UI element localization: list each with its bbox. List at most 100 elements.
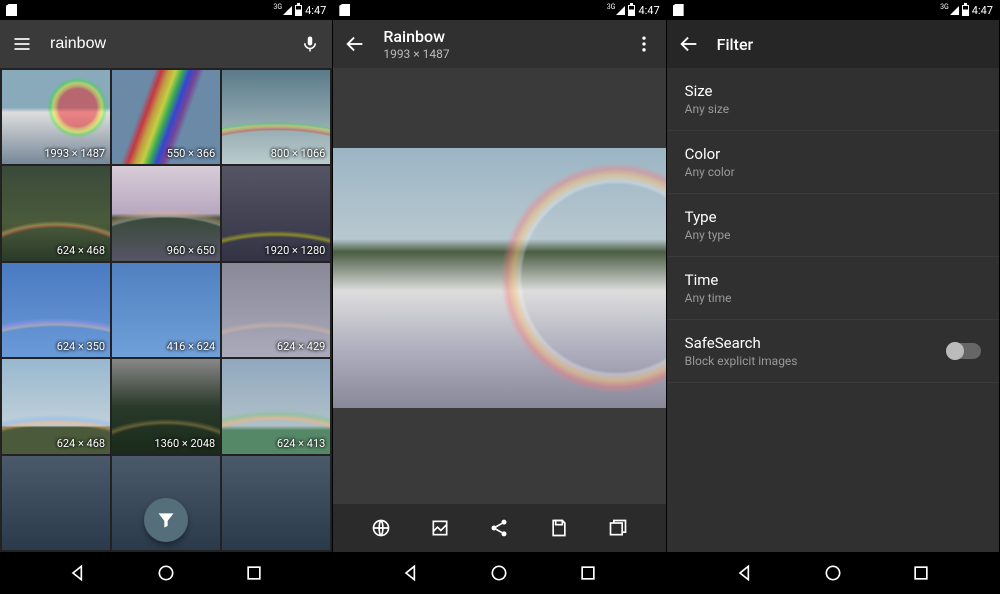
sd-card-icon [339,4,350,16]
battery-icon [295,5,302,16]
gallery-icon[interactable] [606,516,630,540]
back-icon[interactable] [343,32,367,56]
save-icon[interactable] [547,516,571,540]
safesearch-switch[interactable] [947,343,981,359]
detail-title: Rainbow [383,27,615,46]
image-grid: 1993 × 1487 550 × 366 800 × 1066 624 × 468 9… [0,68,332,552]
filter-value: Any size [685,102,981,116]
signal-icon [283,6,292,15]
image-thumb[interactable]: 1993 × 1487 [2,70,110,164]
share-icon[interactable] [487,516,511,540]
globe-icon[interactable] [369,516,393,540]
nav-home-icon[interactable] [823,563,843,583]
sd-card-icon [673,4,684,16]
battery-icon [628,5,635,16]
filter-label: Type [685,208,981,226]
filter-value: Any type [685,228,981,242]
clock: 4:47 [972,4,993,17]
filter-title-block: Filter [717,35,989,54]
filter-fab[interactable] [144,498,188,542]
filter-list: Size Any size Color Any color Type Any type Ti… [667,68,999,552]
filter-value: Any time [685,291,981,305]
search-bar [0,20,332,68]
thumb-dimensions: 624 × 468 [57,244,105,257]
nav-home-icon[interactable] [156,563,176,583]
image-thumb[interactable]: 624 × 429 [222,263,330,357]
nav-home-icon[interactable] [489,563,509,583]
overflow-icon[interactable] [632,32,656,56]
image-thumb[interactable]: 416 × 624 [112,263,220,357]
nav-bar [0,552,332,594]
filter-label: Color [685,145,981,163]
network-label: 3G [607,3,616,11]
panel-image-detail: 3G 4:47 Rainbow 1993 × 1487 [333,0,666,594]
image-thumb[interactable]: 624 × 350 [2,263,110,357]
thumb-dimensions: 416 × 624 [167,340,215,353]
thumb-dimensions: 624 × 350 [57,340,105,353]
image-thumb[interactable]: 550 × 366 [112,70,220,164]
filter-row-type[interactable]: Type Any type [667,194,999,257]
battery-icon [962,5,969,16]
menu-icon[interactable] [10,32,34,56]
detail-action-bar [333,504,665,552]
thumb-dimensions: 1993 × 1487 [44,147,105,160]
image-thumb[interactable]: 624 × 468 [2,166,110,260]
signal-icon [950,6,959,15]
network-label: 3G [940,3,949,11]
mic-icon[interactable] [298,32,322,56]
panel-filter: 3G 4:47 Filter Size Any size Color Any colo… [667,0,1000,594]
search-input[interactable] [50,35,282,53]
image-thumb[interactable]: 800 × 1066 [222,70,330,164]
thumb-dimensions: 960 × 650 [167,244,215,257]
image-thumb[interactable] [2,456,110,550]
filter-label: SafeSearch [685,334,947,352]
back-icon[interactable] [677,32,701,56]
thumb-dimensions: 624 × 468 [57,437,105,450]
nav-back-icon[interactable] [68,563,88,583]
filter-title: Filter [717,35,989,54]
panel-search-grid: 3G 4:47 1993 × 1487 550 × 366 800 × 1066 62… [0,0,333,594]
sd-card-icon [6,4,17,16]
nav-bar [667,552,999,594]
thumb-dimensions: 800 × 1066 [271,147,326,160]
filter-app-bar: Filter [667,20,999,68]
status-bar: 3G 4:47 [333,0,665,20]
filter-row-color[interactable]: Color Any color [667,131,999,194]
network-label: 3G [273,3,282,11]
thumb-dimensions: 624 × 413 [277,437,325,450]
detail-body [333,68,665,552]
image-thumb[interactable]: 1920 × 1280 [222,166,330,260]
detail-image[interactable] [333,148,665,408]
filter-row-safesearch[interactable]: SafeSearch Block explicit images [667,320,999,383]
thumb-dimensions: 624 × 429 [277,340,325,353]
nav-back-icon[interactable] [401,563,421,583]
nav-recent-icon[interactable] [578,563,598,583]
clock: 4:47 [638,4,659,17]
filter-label: Size [685,82,981,100]
image-thumb[interactable]: 1360 × 2048 [112,359,220,453]
detail-subtitle: 1993 × 1487 [383,47,615,61]
nav-recent-icon[interactable] [911,563,931,583]
status-bar: 3G 4:47 [667,0,999,20]
wallpaper-icon[interactable] [428,516,452,540]
status-bar: 3G 4:47 [0,0,332,20]
filter-value: Any color [685,165,981,179]
nav-recent-icon[interactable] [244,563,264,583]
signal-icon [616,6,625,15]
image-thumb[interactable]: 624 × 468 [2,359,110,453]
detail-app-bar: Rainbow 1993 × 1487 [333,20,665,68]
filter-row-time[interactable]: Time Any time [667,257,999,320]
thumb-dimensions: 1920 × 1280 [265,244,326,257]
image-thumb[interactable] [222,456,330,550]
image-thumb[interactable]: 960 × 650 [112,166,220,260]
detail-title-block: Rainbow 1993 × 1487 [383,27,615,61]
image-thumb[interactable]: 624 × 413 [222,359,330,453]
thumb-dimensions: 1360 × 2048 [154,437,215,450]
filter-label: Time [685,271,981,289]
filter-value: Block explicit images [685,354,947,368]
clock: 4:47 [305,4,326,17]
nav-bar [333,552,665,594]
nav-back-icon[interactable] [735,563,755,583]
filter-row-size[interactable]: Size Any size [667,68,999,131]
thumb-dimensions: 550 × 366 [167,147,215,160]
